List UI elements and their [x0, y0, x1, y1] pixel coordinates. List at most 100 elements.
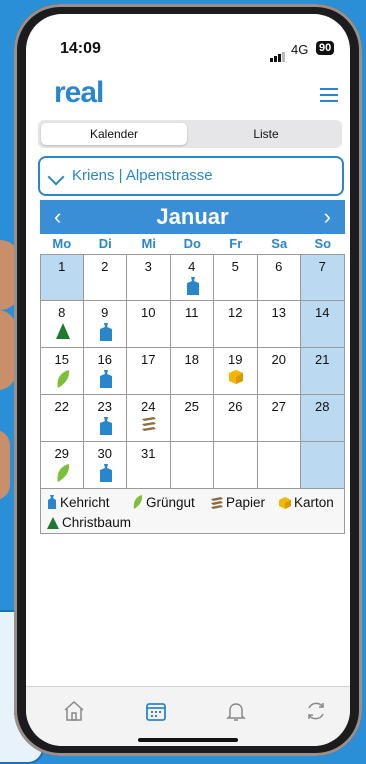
day-number: 17 — [141, 352, 156, 367]
calendar-day[interactable]: 3 — [127, 254, 171, 301]
phone-frame: 14:09 4G 90 real Kalender Liste Kriens |… — [14, 4, 362, 756]
day-number: 20 — [271, 352, 286, 367]
chevron-down-icon — [47, 168, 65, 186]
month-title: Januar — [156, 204, 229, 229]
leaf-icon — [133, 495, 143, 509]
calendar-day[interactable]: 4 — [170, 254, 214, 301]
signal-icon — [270, 44, 286, 62]
legend-christbaum: Christbaum — [47, 515, 131, 530]
day-number: 1 — [58, 259, 66, 274]
weekday-label: So — [314, 236, 332, 251]
calendar-day[interactable]: 13 — [257, 301, 301, 348]
day-number: 11 — [185, 305, 199, 320]
day-number: 27 — [271, 399, 286, 414]
view-switcher: Kalender Liste — [38, 120, 342, 148]
day-number: 2 — [101, 259, 109, 274]
calendar-day[interactable]: 26 — [214, 395, 258, 442]
calendar-day[interactable]: 1 — [40, 254, 84, 301]
day-number: 25 — [184, 399, 199, 414]
calendar-day[interactable]: 9 — [83, 301, 127, 348]
calendar-day[interactable]: 17 — [127, 348, 171, 395]
calendar-empty-cell — [170, 442, 214, 489]
paper-stack-icon — [211, 497, 223, 509]
calendar-day[interactable]: 19 — [214, 348, 258, 395]
gruengut-icon — [56, 464, 70, 482]
calendar-day[interactable]: 30 — [83, 442, 127, 489]
day-number: 4 — [188, 259, 196, 274]
calendar-day[interactable]: 31 — [127, 442, 171, 489]
status-time: 14:09 — [60, 40, 101, 57]
day-number: 21 — [315, 352, 330, 367]
battery-level: 90 — [316, 41, 335, 55]
calendar-day[interactable]: 24 — [127, 395, 171, 442]
calendar-day[interactable]: 12 — [214, 301, 258, 348]
day-number: 23 — [97, 399, 112, 414]
calendar-day[interactable]: 15 — [40, 348, 84, 395]
kehricht-icon — [99, 370, 113, 388]
calendar-day[interactable]: 11 — [170, 301, 214, 348]
calendar-empty-cell — [301, 442, 345, 489]
calendar-icon[interactable] — [144, 699, 168, 723]
weekday-header: Mo Di Mi Do Fr Sa So — [40, 236, 345, 254]
calendar-day[interactable]: 8 — [40, 301, 84, 348]
calendar-day[interactable]: 20 — [257, 348, 301, 395]
day-number: 7 — [318, 259, 326, 274]
refresh-icon[interactable] — [304, 699, 328, 723]
day-number: 15 — [54, 352, 69, 367]
calendar-day[interactable]: 2 — [83, 254, 127, 301]
weekday-label: Di — [98, 236, 112, 251]
calendar-day[interactable]: 22 — [40, 395, 84, 442]
bell-icon[interactable] — [224, 699, 248, 723]
home-icon[interactable] — [62, 699, 86, 723]
legend-karton: Karton — [279, 495, 334, 510]
kehricht-icon — [99, 323, 113, 341]
next-month-button[interactable]: › — [324, 204, 331, 230]
karton-icon — [229, 370, 243, 388]
calendar-day[interactable]: 29 — [40, 442, 84, 489]
calendar-day[interactable]: 14 — [301, 301, 345, 348]
home-indicator — [138, 738, 238, 742]
day-number: 29 — [54, 446, 69, 461]
weekday-label: Do — [183, 236, 201, 251]
list-menu-icon[interactable] — [320, 88, 338, 104]
calendar-day[interactable]: 28 — [301, 395, 345, 442]
day-number: 3 — [144, 259, 152, 274]
app-screen: 14:09 4G 90 real Kalender Liste Kriens |… — [26, 14, 350, 746]
network-type: 4G — [291, 42, 309, 57]
day-number: 10 — [141, 305, 156, 320]
calendar-day[interactable]: 10 — [127, 301, 171, 348]
bottom-tab-bar — [26, 686, 350, 746]
month-header: ‹ Januar › — [40, 200, 345, 234]
weekday-label: Mi — [141, 236, 156, 251]
christbaum-icon — [56, 323, 70, 341]
day-number: 8 — [58, 305, 66, 320]
kehricht-icon — [99, 417, 113, 435]
calendar-day[interactable]: 27 — [257, 395, 301, 442]
tab-liste[interactable]: Liste — [193, 123, 339, 145]
tree-icon — [47, 517, 59, 529]
tab-kalender[interactable]: Kalender — [41, 123, 187, 145]
calendar-day[interactable]: 16 — [83, 348, 127, 395]
kehricht-icon — [99, 464, 113, 482]
weekday-label: Fr — [229, 236, 243, 251]
location-dropdown[interactable]: Kriens | Alpenstrasse — [38, 156, 344, 196]
day-number: 16 — [97, 352, 112, 367]
day-number: 6 — [275, 259, 283, 274]
calendar-day[interactable]: 5 — [214, 254, 258, 301]
calendar-day[interactable]: 7 — [301, 254, 345, 301]
calendar-day[interactable]: 25 — [170, 395, 214, 442]
trash-bag-icon — [48, 495, 56, 509]
gruengut-icon — [56, 370, 70, 388]
day-number: 30 — [97, 446, 112, 461]
kehricht-icon — [186, 277, 200, 295]
calendar-day[interactable]: 23 — [83, 395, 127, 442]
calendar-day[interactable]: 21 — [301, 348, 345, 395]
legend-papier: Papier — [211, 495, 265, 510]
legend-kehricht: Kehricht — [47, 495, 110, 510]
day-number: 24 — [141, 399, 156, 414]
day-number: 22 — [54, 399, 69, 414]
papier-icon — [142, 417, 156, 435]
status-bar: 14:09 4G 90 — [26, 14, 350, 64]
calendar-day[interactable]: 18 — [170, 348, 214, 395]
calendar-day[interactable]: 6 — [257, 254, 301, 301]
